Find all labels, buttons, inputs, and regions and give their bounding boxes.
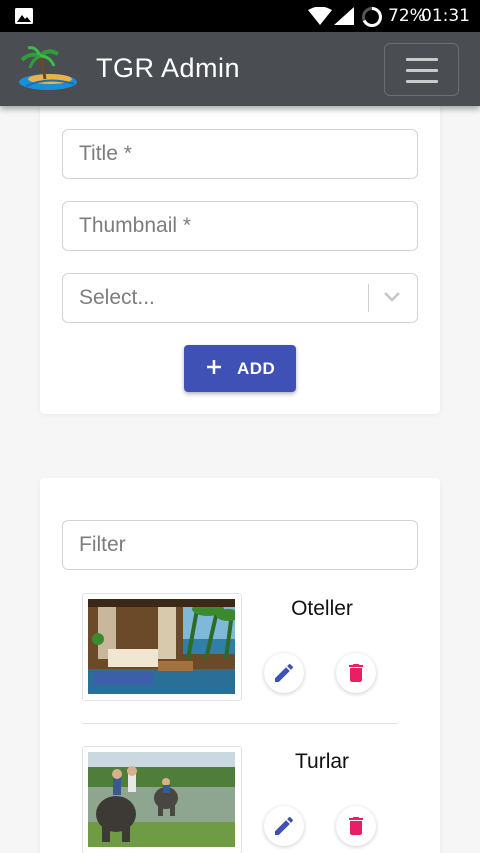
- edit-button[interactable]: [264, 653, 304, 693]
- item-title: Turlar: [294, 750, 350, 773]
- clock: 01:31: [421, 6, 470, 26]
- select-placeholder: Select...: [79, 286, 155, 309]
- trash-icon: [349, 817, 363, 835]
- add-button-label: ADD: [237, 359, 276, 378]
- signal-icon: [334, 7, 354, 25]
- pencil-icon: [275, 663, 294, 682]
- select-divider: [368, 284, 369, 312]
- add-button[interactable]: ADD: [184, 345, 296, 392]
- trash-icon: [349, 664, 363, 682]
- delete-button[interactable]: [336, 806, 376, 846]
- chevron-down-icon[interactable]: [384, 291, 400, 303]
- item-title: Oteller: [291, 597, 353, 620]
- delete-button[interactable]: [336, 653, 376, 693]
- thumbnail-placeholder: Thumbnail *: [79, 214, 192, 237]
- hamburger-line-icon: [406, 80, 438, 83]
- edit-button[interactable]: [264, 806, 304, 846]
- elephant-tour-photo-image: [88, 752, 235, 847]
- hotel-photo-image: [88, 599, 235, 694]
- item-thumbnail: [82, 746, 242, 853]
- palm-island-logo-icon[interactable]: [18, 46, 78, 92]
- filter-input[interactable]: Filter: [62, 520, 418, 570]
- battery-circle-icon: [362, 7, 382, 27]
- menu-toggle-button[interactable]: [384, 43, 459, 96]
- app-bar: TGR Admin: [0, 32, 480, 106]
- filter-placeholder: Filter: [79, 533, 126, 556]
- title-placeholder: Title *: [79, 142, 132, 165]
- list-divider: [82, 723, 398, 724]
- add-category-card: Title * Thumbnail * Select... ADD: [40, 96, 440, 414]
- app-title: TGR Admin: [96, 53, 241, 83]
- hamburger-line-icon: [406, 58, 438, 61]
- plus-icon: [207, 360, 221, 374]
- thumbnail-input[interactable]: Thumbnail *: [62, 201, 418, 251]
- status-bar: 72% 01:31: [0, 0, 480, 32]
- category-select[interactable]: Select...: [62, 273, 418, 323]
- pencil-icon: [275, 816, 294, 835]
- hamburger-line-icon: [406, 69, 438, 72]
- title-input[interactable]: Title *: [62, 129, 418, 179]
- wifi-icon: [308, 7, 332, 25]
- item-thumbnail: [82, 593, 242, 701]
- category-list-card: Filter Oteller Turlar: [40, 478, 440, 853]
- image-notification-icon: [15, 8, 33, 24]
